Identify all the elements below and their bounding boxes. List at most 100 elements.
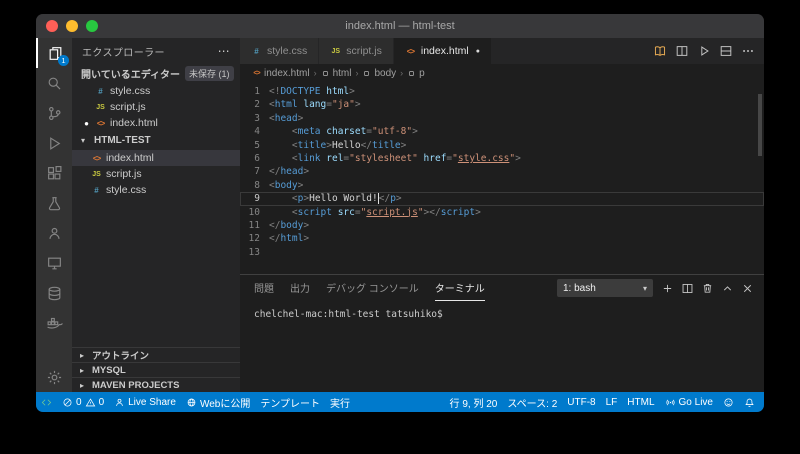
explorer-badge: 1 [58, 55, 69, 66]
activity-explorer-icon[interactable]: 1 [36, 38, 72, 68]
open-editor-script.js[interactable]: JSscript.js [72, 99, 240, 115]
status-eol[interactable]: LF [601, 392, 623, 412]
kill-terminal-icon[interactable] [698, 279, 716, 297]
activity-search-icon[interactable] [36, 68, 72, 98]
status-go-live[interactable]: Go Live [660, 392, 718, 412]
breadcrumb-item-html[interactable]: html [321, 68, 352, 79]
code-token: > [396, 193, 402, 204]
panel-tab-問題[interactable]: 問題 [254, 275, 274, 301]
terminal[interactable]: chelchel-mac:html-test tatsuhiko$ [240, 301, 764, 392]
code-line-9: 9 <p>Hello World!</p> [240, 192, 764, 205]
tree-item-script.js[interactable]: JSscript.js [72, 166, 240, 182]
line-content: <body> [269, 179, 303, 192]
status-notifications[interactable] [739, 392, 760, 412]
symbol-icon [407, 69, 416, 78]
line-number: 10 [240, 206, 269, 219]
activity-testing-icon[interactable] [36, 188, 72, 218]
new-terminal-icon[interactable] [658, 279, 676, 297]
line-content: <!DOCTYPE html> [269, 85, 355, 98]
activity-settings-icon[interactable] [36, 362, 72, 392]
status-publish-web-label: Webに公開 [200, 395, 250, 410]
notifications-icon [744, 397, 755, 408]
status-encoding[interactable]: UTF-8 [562, 392, 600, 412]
editor-layout-icon[interactable] [716, 41, 736, 61]
code-line-6: 6 <link rel="stylesheet" href="style.css… [240, 152, 764, 165]
status-run-task[interactable]: 実行 [325, 392, 355, 412]
folder-header[interactable]: ▾ HTML-TEST [72, 131, 240, 150]
tree-item-index.html[interactable]: <>index.html [72, 150, 240, 166]
activity-remote-explorer-icon[interactable] [36, 248, 72, 278]
breadcrumb-item-index.html[interactable]: <>index.html [252, 68, 310, 79]
open-editor-style.css[interactable]: #style.css [72, 83, 240, 99]
sidebar-more-actions-icon[interactable]: ⋯ [218, 45, 230, 57]
file-name: script.js [106, 168, 142, 180]
code-token: href [424, 153, 447, 164]
chevron-right-icon: ▸ [80, 366, 88, 375]
status-remote[interactable] [36, 392, 57, 412]
activity-live-share-icon[interactable] [36, 218, 72, 248]
tab-index.html[interactable]: <>index.html● [394, 38, 492, 64]
tab-style.css[interactable]: #style.css [240, 38, 319, 64]
title-bar[interactable]: index.html — html-test [36, 14, 764, 38]
activity-extensions-icon[interactable] [36, 158, 72, 188]
status-feedback[interactable] [718, 392, 739, 412]
minimize-window-button[interactable] [66, 20, 78, 32]
panel-tab-デバッグ コンソール[interactable]: デバッグ コンソール [326, 275, 419, 301]
code-token [269, 140, 292, 151]
code-line-1: 1<!DOCTYPE html> [240, 85, 764, 98]
tab-script.js[interactable]: JSscript.js [319, 38, 394, 64]
activity-source-control-icon[interactable] [36, 98, 72, 128]
status-indentation[interactable]: スペース: 2 [502, 392, 562, 412]
breadcrumb-item-body[interactable]: body [362, 68, 396, 79]
desktop-background: index.html — html-test 1 エクスプローラー ⋯ 開いてい… [0, 0, 800, 454]
split-terminal-icon[interactable] [678, 279, 696, 297]
breadcrumb-item-p[interactable]: p [407, 68, 425, 79]
sidebar-section-maven-projects[interactable]: ▸MAVEN PROJECTS [72, 377, 240, 392]
status-language-mode-label: HTML [627, 397, 654, 408]
remote-icon [41, 397, 52, 408]
code-token: "ja" [332, 99, 355, 110]
activity-database-icon[interactable] [36, 278, 72, 308]
status-encoding-label: UTF-8 [567, 397, 595, 408]
code-token: </ [269, 220, 280, 231]
shell-selector[interactable]: 1: bash ▾ [557, 279, 653, 297]
more-actions-icon[interactable] [738, 41, 758, 61]
status-language-mode[interactable]: HTML [622, 392, 659, 412]
status-problems[interactable]: 00 [57, 392, 109, 412]
dirty-indicator: ● [82, 119, 91, 128]
run-file-icon[interactable] [694, 41, 714, 61]
code-line-4: 4 <meta charset="utf-8"> [240, 125, 764, 138]
sidebar-section-アウトライン[interactable]: ▸アウトライン [72, 347, 240, 362]
panel-tab-出力[interactable]: 出力 [290, 275, 310, 301]
panel-tab-ターミナル[interactable]: ターミナル [435, 275, 485, 301]
tab-label: style.css [267, 45, 307, 57]
code-editor[interactable]: 1<!DOCTYPE html>2<html lang="ja">3<head>… [240, 82, 764, 274]
line-number: 2 [240, 98, 269, 111]
status-cursor-position[interactable]: 行 9, 列 20 [445, 392, 503, 412]
close-window-button[interactable] [46, 20, 58, 32]
activity-run-debug-icon[interactable] [36, 128, 72, 158]
status-bar-right: 行 9, 列 20スペース: 2 UTF-8 LF HTML Go Live [445, 392, 760, 412]
close-panel-icon[interactable] [738, 279, 756, 297]
editor-scrollbar[interactable] [758, 94, 762, 156]
css-file-icon: # [91, 186, 102, 195]
split-editor-icon[interactable] [672, 41, 692, 61]
code-token: body [280, 220, 303, 231]
activity-docker-icon[interactable] [36, 308, 72, 338]
file-name: index.html [106, 152, 154, 164]
code-token: </ [429, 207, 440, 218]
maximize-panel-icon[interactable] [718, 279, 736, 297]
open-preview-icon[interactable] [650, 41, 670, 61]
problems-2-icon [85, 397, 96, 408]
zoom-window-button[interactable] [86, 20, 98, 32]
open-editor-index.html[interactable]: ●<>index.html [72, 115, 240, 131]
open-editors-header[interactable]: 開いているエディター 未保存 (1) [72, 64, 240, 83]
status-template[interactable]: テンプレート [255, 392, 325, 412]
status-publish-web[interactable]: Webに公開 [181, 392, 255, 412]
status-live-share[interactable]: Live Share [109, 392, 181, 412]
window-title: index.html — html-test [36, 20, 764, 32]
html-file-icon: <> [95, 119, 106, 128]
breadcrumb-label: html [333, 68, 352, 79]
sidebar-section-mysql[interactable]: ▸MYSQL [72, 362, 240, 377]
tree-item-style.css[interactable]: #style.css [72, 182, 240, 198]
